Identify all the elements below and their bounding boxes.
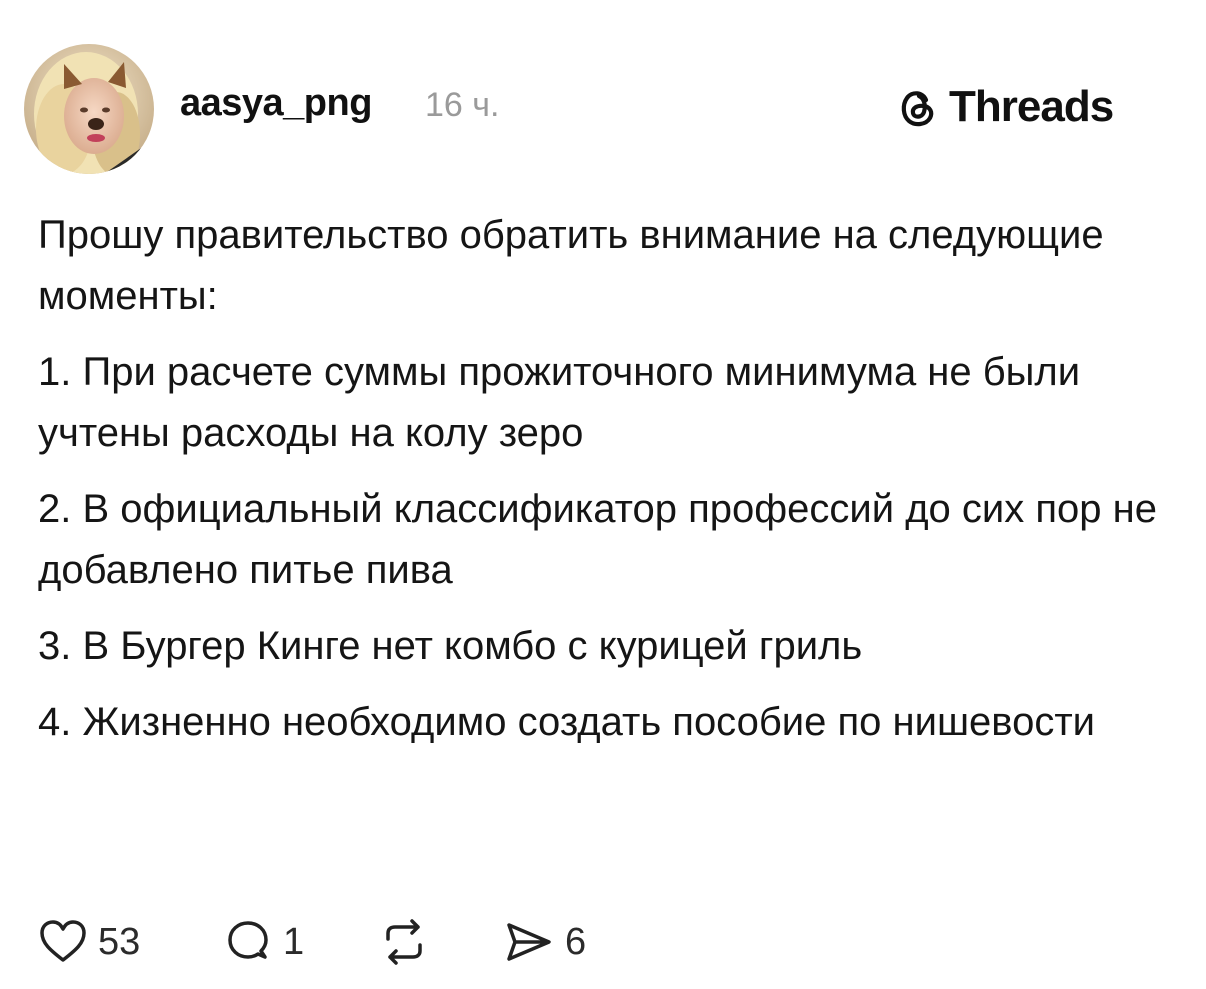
share-count: 6 bbox=[565, 920, 587, 963]
post-paragraph: 3. В Бургер Кинге нет комбо с курицей гр… bbox=[38, 624, 863, 668]
post-timestamp: 16 ч. bbox=[425, 86, 500, 124]
avatar-photo bbox=[24, 44, 154, 174]
post-paragraph: 2. В официальный классификатор профессий… bbox=[38, 487, 1157, 592]
heart-icon bbox=[40, 920, 86, 962]
brand-name: Threads bbox=[949, 82, 1114, 131]
like-button[interactable]: 53 bbox=[38, 917, 223, 967]
reply-icon bbox=[228, 921, 268, 959]
repost-icon bbox=[386, 919, 422, 965]
share-icon bbox=[507, 923, 551, 961]
reply-count: 1 bbox=[283, 920, 305, 963]
post-body: Прошу правительство обратить внимание на… bbox=[38, 205, 1168, 768]
post-paragraph: 4. Жизненно необходимо создать пособие п… bbox=[38, 700, 1095, 744]
post-paragraph: 1. При расчете суммы прожиточного миниму… bbox=[38, 350, 1081, 455]
reply-button[interactable]: 1 bbox=[223, 917, 378, 967]
avatar[interactable] bbox=[24, 44, 154, 174]
threads-logo-icon bbox=[901, 91, 934, 127]
share-button[interactable]: 6 bbox=[503, 917, 586, 967]
author-username[interactable]: aasya_png bbox=[180, 82, 372, 125]
post-actions: 53 1 6 bbox=[38, 912, 586, 972]
like-count: 53 bbox=[98, 920, 141, 963]
threads-brand[interactable]: Threads bbox=[893, 80, 1114, 134]
repost-button[interactable] bbox=[378, 917, 503, 967]
post-paragraph: Прошу правительство обратить внимание на… bbox=[38, 213, 1104, 318]
